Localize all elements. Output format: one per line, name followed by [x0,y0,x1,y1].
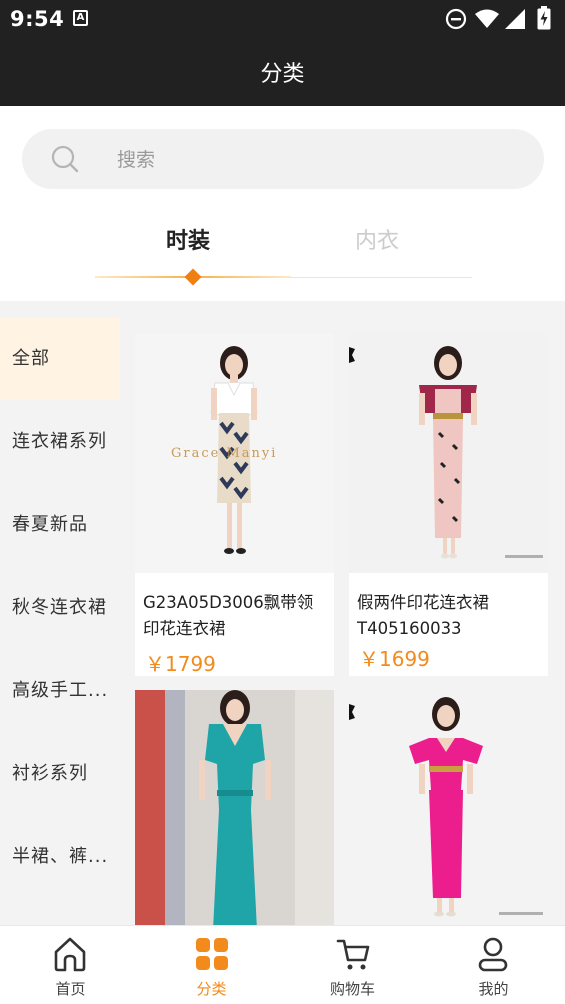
bottom-nav: 首页 分类 购物车 我的 [0,925,565,1004]
signal-icon [505,9,525,29]
category-sidebar: 全部 连衣裙系列 春夏新品 秋冬连衣裙 高级手工... 衬衫系列 半裙、裤... [0,317,120,898]
nav-cart-label: 购物车 [329,980,375,998]
nav-category-label: 分类 [196,980,227,998]
nav-home[interactable]: 首页 [0,926,141,1004]
product-title: G23A05D3006飘带领印花连衣裙 [143,593,314,638]
nav-category[interactable]: 分类 [141,926,282,1004]
sidebar-item-autumn-winter[interactable]: 秋冬连衣裙 [0,566,120,649]
status-time: 9:54 [10,7,65,31]
sidebar-item-handmade[interactable]: 高级手工... [0,649,120,732]
tab-underwear[interactable]: 内衣 [355,223,399,255]
product-image [349,690,548,925]
product-watermark: Grace Manyi [171,446,277,461]
title-bar: 分类 [0,38,565,106]
notification-a-icon: A [73,10,88,26]
sidebar-item-spring-summer[interactable]: 春夏新品 [0,483,120,566]
sidebar-item-dress-series[interactable]: 连衣裙系列 [0,400,120,483]
profile-icon [478,937,508,972]
page-title: 分类 [260,62,305,87]
battery-icon [537,6,551,30]
product-card[interactable]: 假两件印花连衣裙T405160033 ￥1699 [349,333,548,676]
category-icon [196,938,228,970]
product-image [135,690,334,925]
tab-indicator-diamond [184,268,202,286]
sidebar-item-skirts-pants[interactable]: 半裙、裤... [0,815,120,898]
nav-cart[interactable]: 购物车 [282,926,423,1004]
status-bar: 9:54 A [0,0,565,38]
search-icon [51,145,79,173]
product-card[interactable] [135,690,334,925]
sidebar-item-all[interactable]: 全部 [0,317,120,400]
wifi-icon [475,9,499,28]
category-area: 全部 连衣裙系列 春夏新品 秋冬连衣裙 高级手工... 衬衫系列 半裙、裤...… [0,301,565,925]
home-icon [54,937,86,972]
product-price: ￥1799 [145,652,216,676]
product-image: Grace Manyi [135,333,334,573]
status-icons [445,6,557,32]
product-title: 假两件印花连衣裙T405160033 [357,593,489,638]
product-card[interactable] [349,690,548,925]
nav-home-label: 首页 [55,980,86,998]
product-price: ￥1699 [359,647,430,671]
tab-fashion[interactable]: 时装 [166,223,210,255]
nav-profile[interactable]: 我的 [423,926,564,1004]
search-placeholder: 搜索 [117,149,156,171]
dnd-icon [445,8,467,30]
cart-icon [336,939,370,970]
product-card[interactable]: Grace Manyi G23A05D3006飘带领印花连衣裙 ￥1799 [135,333,334,676]
nav-profile-label: 我的 [478,980,509,998]
product-image [349,333,548,573]
sidebar-item-shirts[interactable]: 衬衫系列 [0,732,120,815]
search-input[interactable]: 搜索 [22,129,544,189]
